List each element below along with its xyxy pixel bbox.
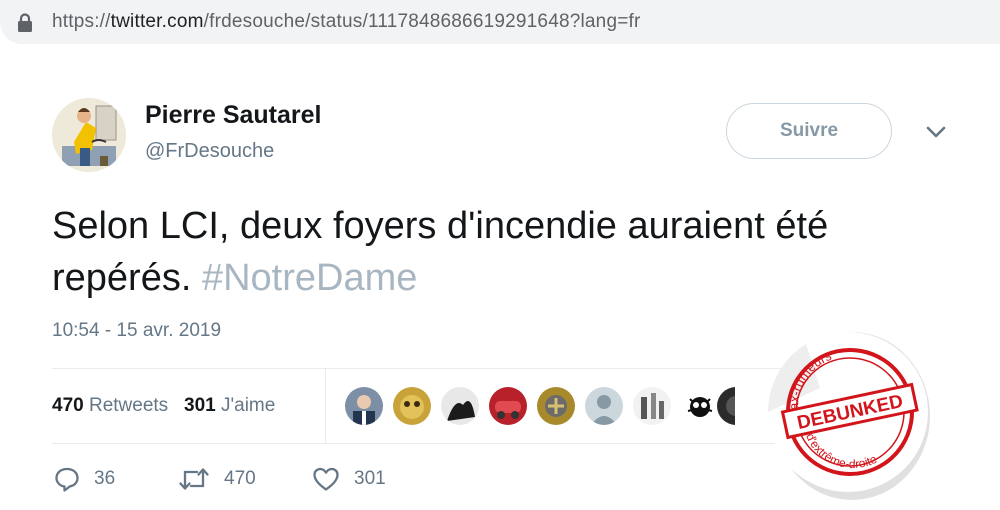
url-text[interactable]: https://twitter.com/frdesouche/status/11… bbox=[52, 11, 641, 33]
liker-avatar[interactable] bbox=[487, 385, 529, 427]
liker-avatar[interactable] bbox=[391, 385, 433, 427]
author-handle[interactable]: @FrDesouche bbox=[145, 140, 274, 163]
lock-icon bbox=[18, 13, 32, 32]
tweet-body: Selon LCI, deux foyers d'incendie auraie… bbox=[52, 205, 829, 299]
author-name[interactable]: Pierre Sautarel bbox=[145, 101, 322, 130]
debunked-stamp: Hoax-rumeurs DEBUNKED d'extrême-droite bbox=[768, 332, 930, 500]
tweet-text: Selon LCI, deux foyers d'incendie auraie… bbox=[52, 200, 972, 304]
retweet-button[interactable]: 470 bbox=[178, 466, 256, 492]
likes-label[interactable]: J'aime bbox=[221, 395, 275, 416]
retweets-label[interactable]: Retweets bbox=[89, 395, 168, 416]
reply-button[interactable]: 36 bbox=[54, 466, 115, 492]
avatar-illustration bbox=[52, 98, 126, 172]
reply-icon bbox=[55, 467, 79, 492]
hashtag-link[interactable]: #NotreDame bbox=[202, 257, 417, 299]
divider-bottom bbox=[52, 443, 782, 444]
liker-avatar[interactable] bbox=[439, 385, 481, 427]
stats-separator bbox=[325, 368, 326, 444]
liker-avatar[interactable] bbox=[535, 385, 577, 427]
liker-avatar[interactable] bbox=[583, 385, 625, 427]
tweet-stats: 470 Retweets 301 J'aime bbox=[52, 395, 275, 417]
like-count: 301 bbox=[354, 468, 386, 489]
liker-avatar[interactable] bbox=[343, 385, 385, 427]
likers-avatars bbox=[343, 385, 735, 427]
likes-count[interactable]: 301 bbox=[184, 395, 216, 416]
follow-button[interactable]: Suivre bbox=[726, 103, 892, 159]
liker-avatar[interactable] bbox=[715, 385, 735, 427]
liker-avatar[interactable] bbox=[631, 385, 673, 427]
author-avatar[interactable] bbox=[52, 98, 126, 172]
like-button[interactable]: 301 bbox=[312, 466, 386, 492]
browser-url-bar[interactable]: https://twitter.com/frdesouche/status/11… bbox=[0, 0, 1000, 44]
divider-top bbox=[52, 368, 782, 369]
heart-icon bbox=[313, 467, 339, 491]
chevron-down-icon[interactable] bbox=[925, 124, 947, 140]
tweet-timestamp[interactable]: 10:54 - 15 avr. 2019 bbox=[52, 320, 221, 342]
retweet-icon bbox=[179, 468, 209, 490]
retweet-count: 470 bbox=[224, 468, 256, 489]
retweets-count[interactable]: 470 bbox=[52, 395, 84, 416]
reply-count: 36 bbox=[94, 468, 116, 489]
